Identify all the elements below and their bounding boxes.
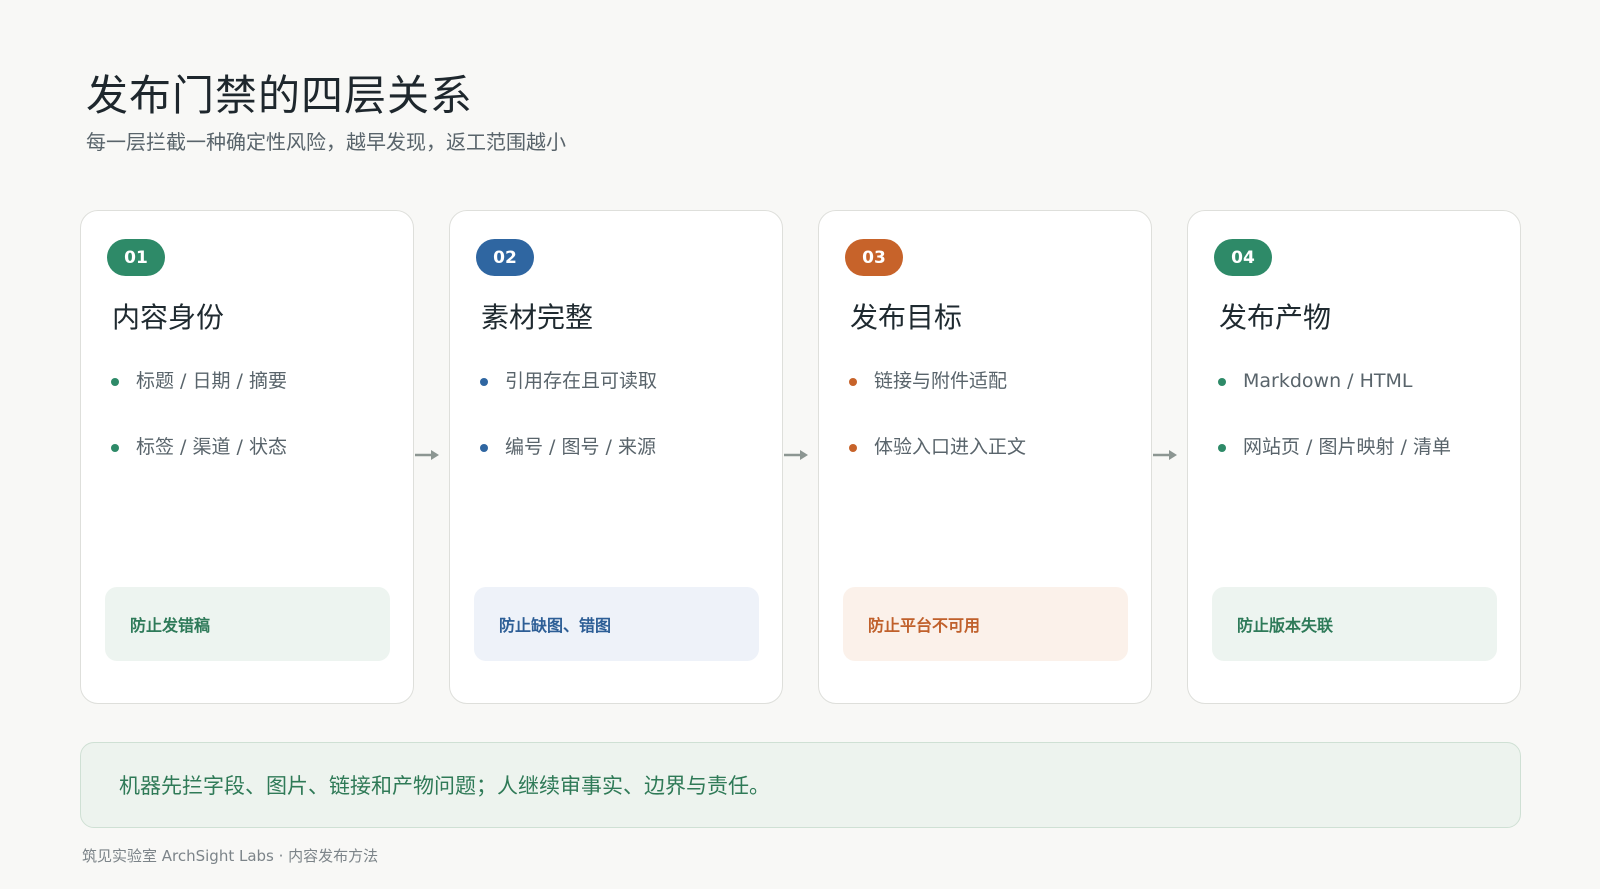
arrow-right-icon: [415, 450, 439, 460]
bullet-text: 引用存在且可读取: [505, 370, 658, 392]
bullet-text: 体验入口进入正文: [874, 436, 1027, 458]
step-number-badge: 01: [107, 239, 165, 276]
risk-prevention-tag: 防止平台不可用: [843, 587, 1128, 661]
bullet-text: 链接与附件适配: [874, 370, 1008, 392]
bullet-text: 编号 / 图号 / 来源: [505, 436, 656, 458]
bullet-text: 网站页 / 图片映射 / 清单: [1243, 436, 1451, 458]
bullet-item: 标签 / 渠道 / 状态: [111, 435, 401, 459]
layer-card-content-identity: 01 内容身份 标题 / 日期 / 摘要 标签 / 渠道 / 状态 防止发错稿: [80, 210, 414, 704]
bullet-dot-icon: [111, 378, 119, 386]
bullet-item: Markdown / HTML: [1218, 369, 1508, 393]
bullet-dot-icon: [1218, 378, 1226, 386]
bullet-item: 链接与附件适配: [849, 369, 1139, 393]
slide: 发布门禁的四层关系 每一层拦截一种确定性风险，越早发现，返工范围越小 01 内容…: [0, 0, 1600, 889]
step-number-badge: 03: [845, 239, 903, 276]
bullet-dot-icon: [849, 444, 857, 452]
bullet-list: 引用存在且可读取 编号 / 图号 / 来源: [480, 369, 770, 501]
layer-card-publish-artifacts: 04 发布产物 Markdown / HTML 网站页 / 图片映射 / 清单 …: [1187, 210, 1521, 704]
page-subtitle: 每一层拦截一种确定性风险，越早发现，返工范围越小: [86, 130, 566, 154]
bullet-item: 标题 / 日期 / 摘要: [111, 369, 401, 393]
card-title: 发布目标: [850, 301, 963, 334]
bullet-dot-icon: [480, 378, 488, 386]
arrow-right-icon: [784, 450, 808, 460]
footer-credit: 筑见实验室 ArchSight Labs · 内容发布方法: [82, 847, 379, 865]
bullet-text: 标签 / 渠道 / 状态: [136, 436, 287, 458]
bullet-dot-icon: [480, 444, 488, 452]
risk-prevention-tag: 防止缺图、错图: [474, 587, 759, 661]
layer-card-publish-target: 03 发布目标 链接与附件适配 体验入口进入正文 防止平台不可用: [818, 210, 1152, 704]
card-title: 内容身份: [112, 301, 225, 334]
bullet-dot-icon: [849, 378, 857, 386]
bullet-list: 链接与附件适配 体验入口进入正文: [849, 369, 1139, 501]
card-title: 发布产物: [1219, 301, 1332, 334]
step-number-badge: 02: [476, 239, 534, 276]
summary-banner: 机器先拦字段、图片、链接和产物问题；人继续审事实、边界与责任。: [80, 742, 1521, 828]
bullet-item: 编号 / 图号 / 来源: [480, 435, 770, 459]
bullet-dot-icon: [111, 444, 119, 452]
page-title: 发布门禁的四层关系: [86, 71, 474, 120]
bullet-text: Markdown / HTML: [1243, 370, 1413, 392]
bullet-dot-icon: [1218, 444, 1226, 452]
layer-card-asset-completeness: 02 素材完整 引用存在且可读取 编号 / 图号 / 来源 防止缺图、错图: [449, 210, 783, 704]
arrow-right-icon: [1153, 450, 1177, 460]
risk-prevention-tag: 防止发错稿: [105, 587, 390, 661]
bullet-list: 标题 / 日期 / 摘要 标签 / 渠道 / 状态: [111, 369, 401, 501]
risk-prevention-tag: 防止版本失联: [1212, 587, 1497, 661]
bullet-list: Markdown / HTML 网站页 / 图片映射 / 清单: [1218, 369, 1508, 501]
bullet-item: 引用存在且可读取: [480, 369, 770, 393]
card-title: 素材完整: [481, 301, 594, 334]
bullet-item: 网站页 / 图片映射 / 清单: [1218, 435, 1508, 459]
step-number-badge: 04: [1214, 239, 1272, 276]
bullet-text: 标题 / 日期 / 摘要: [136, 370, 287, 392]
bullet-item: 体验入口进入正文: [849, 435, 1139, 459]
